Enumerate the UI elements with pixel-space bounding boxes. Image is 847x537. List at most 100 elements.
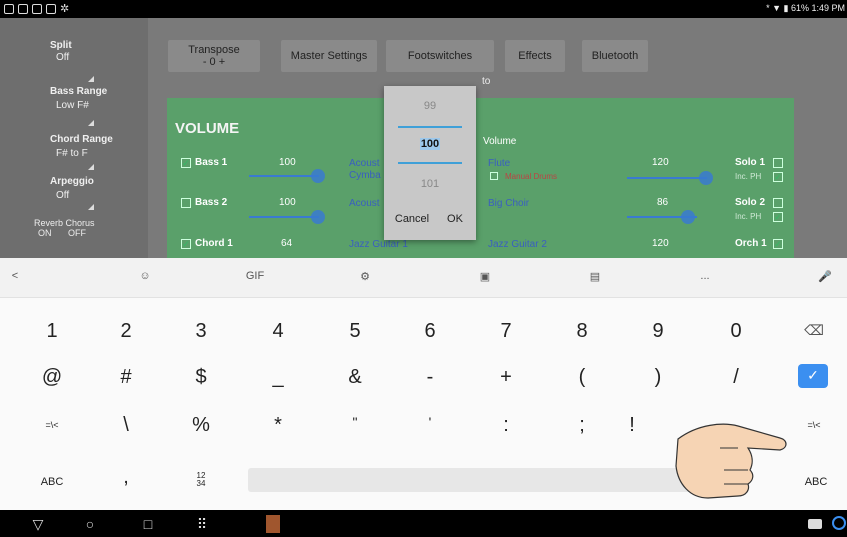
key-4[interactable]: 4 xyxy=(248,320,308,343)
instrument-2[interactable]: Big Choir xyxy=(488,198,529,209)
instrument-1[interactable]: Acoust xyxy=(349,158,380,169)
key-7[interactable]: 7 xyxy=(476,320,536,343)
effects-button[interactable]: Effects xyxy=(505,40,565,72)
mic-icon[interactable]: 🎤 xyxy=(810,270,840,283)
inc-ph-checkbox[interactable]: ✓ xyxy=(773,212,783,222)
manual-drums-checkbox[interactable] xyxy=(490,172,498,180)
bass2-checkbox[interactable] xyxy=(181,198,191,208)
slider-knob[interactable] xyxy=(311,210,325,224)
navigation-bar: ▽ ○ □ ⠿ xyxy=(0,510,847,537)
instrument-1b[interactable]: Cymba xyxy=(349,170,381,181)
key-1[interactable]: 1 xyxy=(22,320,82,343)
footswitches-button[interactable]: Footswitches xyxy=(386,40,494,72)
key-double-quote[interactable]: " xyxy=(325,414,385,430)
enter-button[interactable]: ✓ xyxy=(798,364,828,388)
bass-range-label: Bass Range xyxy=(50,86,108,97)
keyboard-switch-icon[interactable] xyxy=(808,519,822,529)
key-at[interactable]: @ xyxy=(22,366,82,389)
channel-volume: 64 xyxy=(281,238,293,249)
picker-next[interactable]: 101 xyxy=(384,178,476,190)
chord-range-value[interactable]: F# to F xyxy=(56,148,88,159)
collapse-icon[interactable]: < xyxy=(0,270,30,282)
assistant-icon[interactable] xyxy=(832,516,846,530)
key-9[interactable]: 9 xyxy=(628,320,688,343)
master-settings-button[interactable]: Master Settings xyxy=(281,40,377,72)
volume-slider-2[interactable] xyxy=(627,177,707,179)
abc-button[interactable]: ABC xyxy=(22,476,82,488)
slider-knob[interactable] xyxy=(681,210,695,224)
channel-volume: 100 xyxy=(279,197,296,208)
key-2[interactable]: 2 xyxy=(96,320,156,343)
picker-current-text[interactable]: 100 xyxy=(419,138,441,150)
transpose-value: - 0 + xyxy=(202,56,226,68)
key-percent[interactable]: % xyxy=(171,414,231,437)
instrument-2[interactable]: Flute xyxy=(488,158,510,169)
key-ampersand[interactable]: & xyxy=(325,366,385,389)
key-colon[interactable]: : xyxy=(476,414,536,437)
solo1-checkbox[interactable] xyxy=(773,158,783,168)
key-8[interactable]: 8 xyxy=(552,320,612,343)
key-6[interactable]: 6 xyxy=(400,320,460,343)
sticker-icon[interactable]: ☺ xyxy=(130,270,160,282)
bass1-checkbox[interactable]: ✓ xyxy=(181,158,191,168)
recents-icon[interactable]: □ xyxy=(136,516,160,532)
volume-slider[interactable] xyxy=(249,216,319,218)
transpose-button[interactable]: Transpose - 0 + xyxy=(168,40,260,72)
chord1-checkbox[interactable]: ✓ xyxy=(181,239,191,249)
key-5[interactable]: 5 xyxy=(325,320,385,343)
back-icon[interactable]: ▽ xyxy=(26,516,50,533)
key-0[interactable]: 0 xyxy=(706,320,766,343)
cancel-button[interactable]: Cancel xyxy=(390,206,434,232)
slider-knob[interactable] xyxy=(699,171,713,185)
key-asterisk[interactable]: * xyxy=(248,414,308,437)
key-3[interactable]: 3 xyxy=(171,320,231,343)
instrument-2[interactable]: Jazz Guitar 2 xyxy=(488,239,547,250)
channel-volume-2: 86 xyxy=(657,197,669,208)
key-hash[interactable]: # xyxy=(96,366,156,389)
key-single-quote[interactable]: ' xyxy=(400,414,460,430)
key-slash[interactable]: / xyxy=(706,366,766,389)
key-minus[interactable]: - xyxy=(400,366,460,389)
picker-divider xyxy=(398,162,462,164)
slider-knob[interactable] xyxy=(311,169,325,183)
manual-drums-label: Manual Drums xyxy=(505,172,558,181)
key-plus[interactable]: + xyxy=(476,366,536,389)
settings-icon[interactable]: ⚙ xyxy=(350,270,380,283)
gif-icon[interactable]: GIF xyxy=(240,270,270,282)
home-icon[interactable]: ○ xyxy=(78,516,102,532)
channel-label: Chord 1 xyxy=(195,238,233,249)
solo-label: Solo 2 xyxy=(735,197,766,208)
key-backslash[interactable]: \ xyxy=(96,414,156,437)
key-underscore[interactable]: _ xyxy=(248,366,308,389)
key-dollar[interactable]: $ xyxy=(171,366,231,389)
more-icon[interactable]: ... xyxy=(690,270,720,282)
theme-icon[interactable]: ▣ xyxy=(470,270,500,283)
key-comma[interactable]: , xyxy=(96,466,156,489)
key-exclamation[interactable]: ! xyxy=(602,414,662,437)
split-value[interactable]: Off xyxy=(56,52,69,63)
key-open-paren[interactable]: ( xyxy=(552,366,612,389)
orch1-checkbox[interactable]: ✓ xyxy=(773,239,783,249)
volume-slider[interactable] xyxy=(249,175,319,177)
bluetooth-button[interactable]: Bluetooth xyxy=(582,40,648,72)
space-bar[interactable] xyxy=(248,468,690,492)
app-thumbnail-icon[interactable] xyxy=(266,515,280,533)
numpad-button[interactable]: 12 34 xyxy=(171,472,231,488)
symbols-toggle[interactable]: =\< xyxy=(22,420,82,430)
instrument-1[interactable]: Acoust xyxy=(349,198,380,209)
reverb-on[interactable]: ON xyxy=(38,228,52,238)
key-close-paren[interactable]: ) xyxy=(628,366,688,389)
solo2-checkbox[interactable] xyxy=(773,198,783,208)
inc-ph-checkbox[interactable]: ✓ xyxy=(773,172,783,182)
inc-ph-label: Inc. PH xyxy=(735,172,762,181)
reverb-off[interactable]: OFF xyxy=(68,228,86,238)
clipboard-icon[interactable]: ▤ xyxy=(580,270,610,283)
arpeggio-value[interactable]: Off xyxy=(56,190,69,201)
bass-range-value[interactable]: Low F# xyxy=(56,100,89,111)
instrument-1[interactable]: Jazz Guitar 1 xyxy=(349,239,408,250)
picker-current[interactable]: 100 xyxy=(384,138,476,150)
ok-button[interactable]: OK xyxy=(440,206,470,232)
picker-prev[interactable]: 99 xyxy=(384,100,476,112)
apps-icon[interactable]: ⠿ xyxy=(190,516,214,533)
backspace-icon[interactable]: ⌫ xyxy=(784,322,844,339)
